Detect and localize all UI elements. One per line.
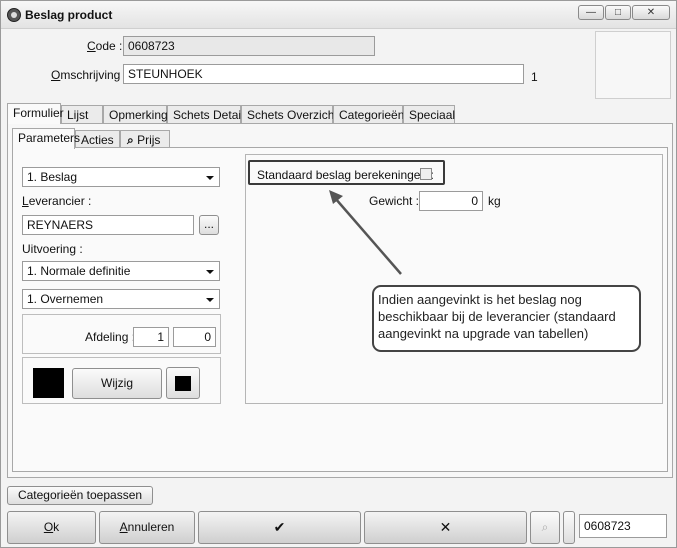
maximize-button[interactable]: □ bbox=[605, 5, 631, 20]
minimize-button[interactable]: — bbox=[578, 5, 604, 20]
standaard-label: Standaard beslag berekeningen : bbox=[257, 168, 434, 182]
tab-opmerking[interactable]: Opmerking bbox=[103, 105, 168, 124]
code-field[interactable]: 0608723 bbox=[123, 36, 375, 56]
afdeling-label: Afdeling : bbox=[85, 330, 136, 344]
discard-button[interactable]: ✕ bbox=[364, 511, 527, 544]
type-select[interactable]: 1. Beslag bbox=[22, 167, 220, 187]
tab-schets-overzicht[interactable]: Schets Overzicht bbox=[241, 105, 338, 124]
omschrijving-label: Omschrijving : bbox=[51, 68, 128, 82]
binoculars-icon: ⌕ bbox=[541, 520, 549, 534]
tab-speciaal[interactable]: Speciaal bbox=[403, 105, 455, 124]
tab-schets-detail[interactable]: Schets Detail bbox=[167, 105, 244, 124]
chevron-down-icon bbox=[206, 270, 214, 274]
title-bar: Beslag product — □ ✕ bbox=[1, 1, 676, 29]
dialog-window: Beslag product — □ ✕ Code : 0608723 Omsc… bbox=[0, 0, 677, 548]
callout-arrow-icon bbox=[329, 190, 402, 275]
gewicht-field[interactable]: 0 bbox=[419, 191, 483, 211]
afdeling-field-1[interactable]: 1 bbox=[133, 327, 169, 347]
image-placeholder bbox=[595, 31, 671, 99]
tab-parameters[interactable]: Parameters bbox=[12, 128, 80, 149]
leverancier-label: Leverancier : bbox=[22, 194, 92, 208]
annuleren-button[interactable]: Annuleren bbox=[99, 511, 195, 544]
close-button[interactable]: ✕ bbox=[632, 5, 670, 20]
leverancier-field[interactable]: REYNAERS bbox=[22, 215, 194, 235]
tab-prijs-label: Prijs bbox=[137, 133, 161, 147]
footer-code-field[interactable]: 0608723 bbox=[579, 514, 667, 538]
afdeling-field-2[interactable]: 0 bbox=[173, 327, 216, 347]
gewicht-unit: kg bbox=[488, 194, 501, 208]
color-swatch bbox=[33, 368, 64, 398]
color-square-icon bbox=[175, 376, 191, 391]
omschrijving-counter: 1 bbox=[531, 70, 538, 84]
color-picker-button[interactable] bbox=[166, 367, 200, 399]
type-select-value: 1. Beslag bbox=[27, 170, 78, 184]
tab-lijst[interactable]: Lijst bbox=[61, 105, 103, 124]
overnemen-select-value: 1. Overnemen bbox=[27, 292, 104, 306]
app-icon bbox=[7, 8, 21, 22]
uitvoering-select[interactable]: 1. Normale definitie bbox=[22, 261, 220, 281]
tab-categorieen[interactable]: Categorieën bbox=[333, 105, 404, 124]
window-title: Beslag product bbox=[25, 8, 113, 22]
standaard-checkbox[interactable] bbox=[420, 168, 432, 180]
tab-formulier[interactable]: Formulier bbox=[7, 103, 64, 124]
leverancier-browse-button[interactable]: ... bbox=[199, 215, 219, 235]
chevron-down-icon bbox=[206, 176, 214, 180]
paperclip-icon: ⌕ bbox=[127, 133, 134, 147]
wijzig-button[interactable]: Wijzig bbox=[72, 368, 162, 399]
confirm-button[interactable]: ✔ bbox=[198, 511, 361, 544]
omschrijving-field[interactable]: STEUNHOEK bbox=[123, 64, 524, 84]
checkmark-icon: ✔ bbox=[273, 519, 286, 535]
code-label: Code : bbox=[87, 39, 123, 53]
callout-text: Indien aangevinkt is het beslag nog besc… bbox=[378, 292, 616, 341]
overnemen-select[interactable]: 1. Overnemen bbox=[22, 289, 220, 309]
ok-button[interactable]: Ok bbox=[7, 511, 96, 544]
uitvoering-select-value: 1. Normale definitie bbox=[27, 264, 131, 278]
categorieen-toepassen-button[interactable]: Categorieën toepassen bbox=[7, 486, 153, 505]
search-dropdown-button[interactable] bbox=[563, 511, 575, 544]
search-disabled-button[interactable]: ⌕ bbox=[530, 511, 560, 544]
chevron-down-icon bbox=[206, 298, 214, 302]
uitvoering-label: Uitvoering : bbox=[22, 242, 83, 256]
close-icon: ✕ bbox=[439, 519, 452, 535]
